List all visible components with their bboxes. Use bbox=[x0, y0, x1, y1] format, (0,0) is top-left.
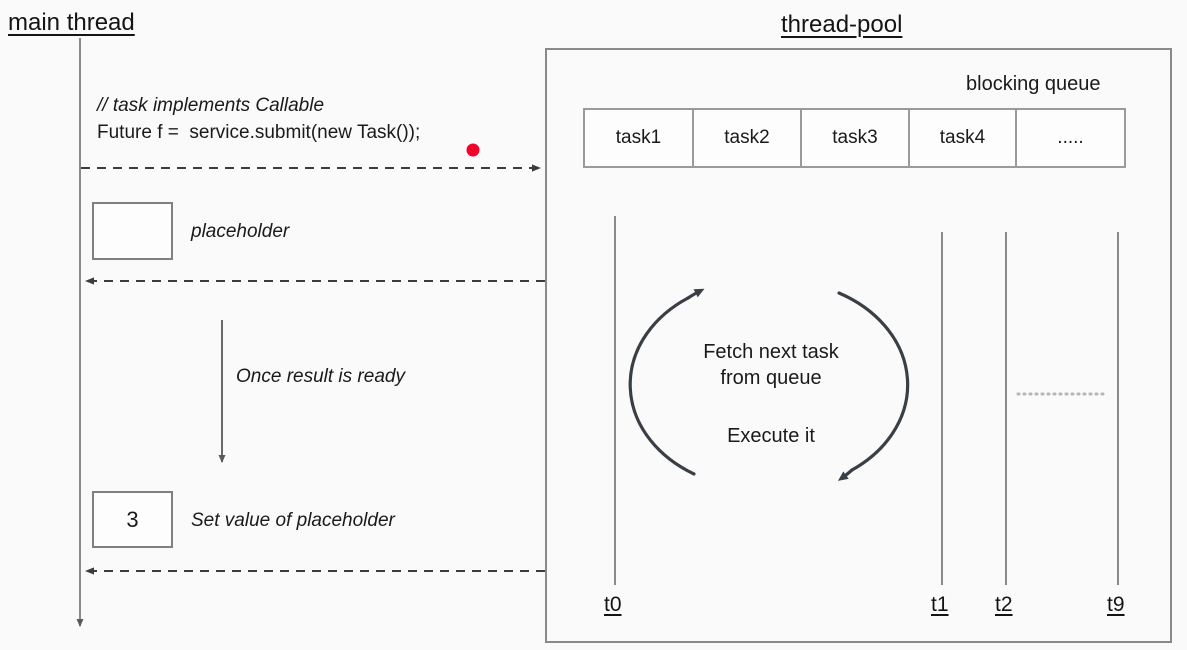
thread-pool-title: thread-pool bbox=[781, 11, 903, 38]
thread-label-t9: t9 bbox=[1107, 593, 1125, 616]
main-thread-title: main thread bbox=[8, 9, 135, 36]
once-result-ready-note: Once result is ready bbox=[236, 366, 405, 387]
blocking-queue-table: task1 task2 task3 task4 ..... bbox=[583, 108, 1126, 168]
result-box: 3 bbox=[92, 491, 173, 548]
queue-cell[interactable]: task1 bbox=[585, 110, 694, 166]
queue-cell-label: task3 bbox=[832, 127, 878, 148]
thread-label-t0: t0 bbox=[604, 593, 622, 616]
queue-cell[interactable]: ..... bbox=[1017, 110, 1124, 166]
worker-loop-line-2: from queue bbox=[720, 367, 822, 389]
queue-cell[interactable]: task4 bbox=[910, 110, 1017, 166]
queue-cell-label: ..... bbox=[1057, 127, 1084, 148]
code-statement-line: Future f = service.submit(new Task()); bbox=[97, 122, 421, 143]
worker-loop-line-1: Fetch next task bbox=[703, 341, 839, 363]
queue-cell[interactable]: task3 bbox=[802, 110, 910, 166]
red-marker-dot bbox=[466, 143, 480, 157]
result-box-value: 3 bbox=[126, 506, 139, 532]
queue-cell-label: task4 bbox=[939, 127, 986, 148]
worker-loop-line-3: Execute it bbox=[727, 425, 815, 447]
queue-cell-label: task1 bbox=[615, 127, 662, 148]
queue-cell[interactable]: task2 bbox=[694, 110, 802, 166]
code-comment-line: // task implements Callable bbox=[97, 95, 325, 116]
placeholder-note: placeholder bbox=[191, 221, 290, 242]
diagram-canvas: main thread thread-pool blocking queue t… bbox=[0, 0, 1187, 650]
thread-label-t1: t1 bbox=[931, 593, 949, 616]
blocking-queue-label: blocking queue bbox=[966, 73, 1101, 95]
set-value-note: Set value of placeholder bbox=[191, 510, 395, 531]
placeholder-box bbox=[92, 202, 173, 260]
queue-cell-label: task2 bbox=[724, 127, 770, 148]
placeholder-box-value bbox=[94, 204, 171, 258]
thread-label-t2: t2 bbox=[995, 593, 1013, 616]
